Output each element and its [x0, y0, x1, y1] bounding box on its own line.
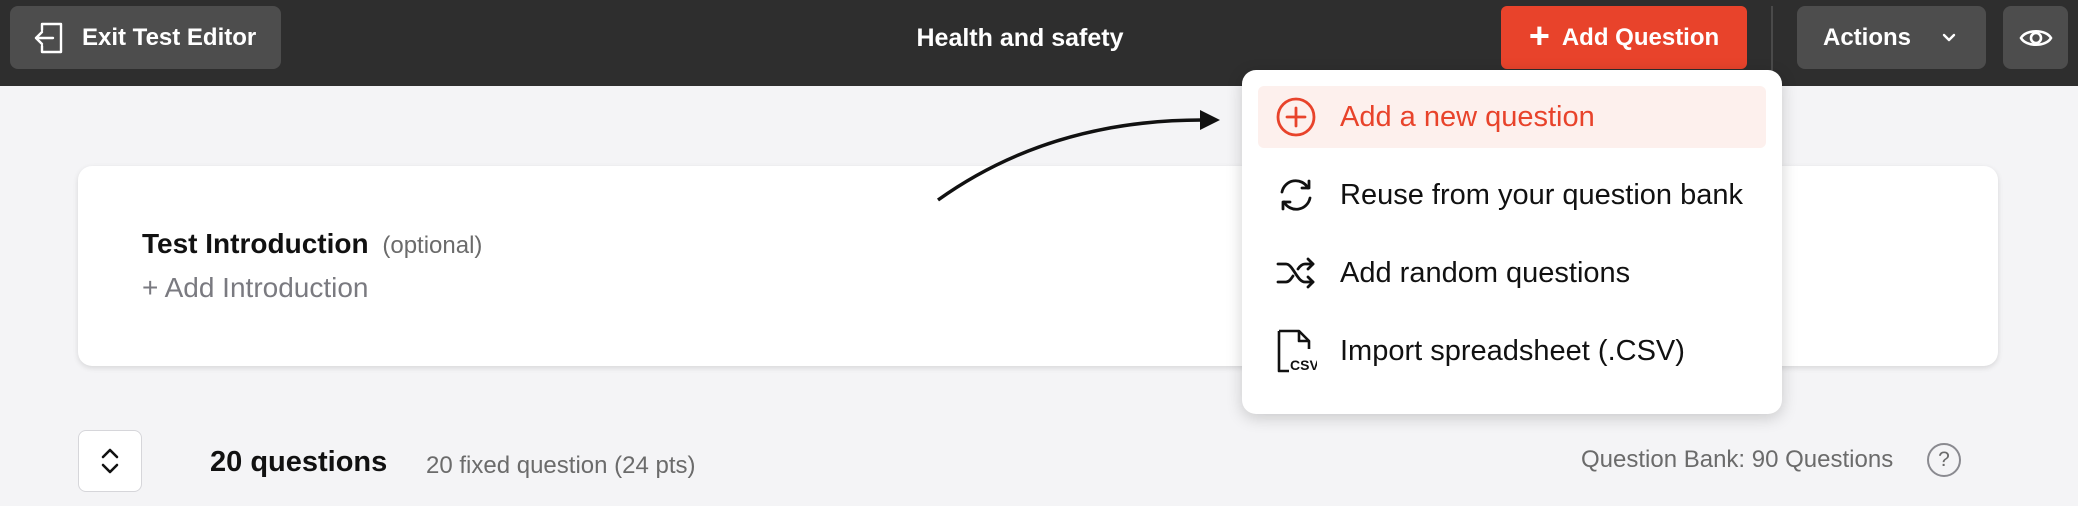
menu-item-add-random-questions[interactable]: Add random questions	[1258, 242, 1766, 304]
add-introduction-link[interactable]: + Add Introduction	[142, 272, 369, 304]
chevron-down-icon	[1942, 33, 1956, 41]
actions-label: Actions	[1823, 23, 1912, 51]
exit-test-editor-label: Exit Test Editor	[82, 23, 257, 51]
add-question-button[interactable]: + Add Question	[1501, 6, 1747, 69]
question-count: 20 questions	[210, 446, 388, 478]
intro-optional-label: (optional)	[382, 232, 483, 259]
menu-item-label: Add a new question	[1340, 100, 1595, 133]
plus-circle-icon	[1274, 95, 1318, 139]
preview-button[interactable]	[2003, 6, 2068, 69]
exit-icon	[34, 22, 63, 53]
add-question-label: Add Question	[1561, 23, 1720, 51]
menu-item-label: Add random questions	[1340, 256, 1631, 289]
exit-test-editor-button[interactable]: Exit Test Editor	[10, 6, 281, 69]
toolbar-divider	[1771, 6, 1773, 78]
intro-title: Test Introduction	[142, 228, 369, 259]
csv-file-icon: CSV	[1274, 329, 1318, 373]
refresh-icon	[1274, 173, 1318, 217]
add-question-menu: Add a new question Reuse from your quest…	[1242, 70, 1782, 414]
annotation-arrow	[936, 110, 1220, 202]
eye-icon	[2019, 29, 2052, 46]
menu-item-import-spreadsheet[interactable]: CSV Import spreadsheet (.CSV)	[1258, 320, 1766, 382]
actions-button[interactable]: Actions	[1797, 6, 1986, 69]
menu-item-reuse-question-bank[interactable]: Reuse from your question bank	[1258, 164, 1766, 226]
intro-heading: Test Introduction (optional)	[142, 228, 482, 260]
menu-item-add-new-question[interactable]: Add a new question	[1258, 86, 1766, 148]
plus-icon: +	[1528, 14, 1550, 56]
question-bank-count: Question Bank: 90 Questions	[1581, 446, 1894, 473]
shuffle-icon	[1274, 251, 1318, 295]
sort-icon	[101, 448, 119, 474]
svg-text:CSV: CSV	[1290, 357, 1317, 373]
reorder-button[interactable]	[78, 430, 142, 492]
menu-item-label: Reuse from your question bank	[1340, 178, 1743, 211]
menu-item-label: Import spreadsheet (.CSV)	[1340, 334, 1685, 367]
help-icon[interactable]: ?	[1927, 443, 1961, 477]
fixed-question-summary: 20 fixed question (24 pts)	[426, 452, 696, 479]
page-title: Health and safety	[916, 24, 1124, 52]
